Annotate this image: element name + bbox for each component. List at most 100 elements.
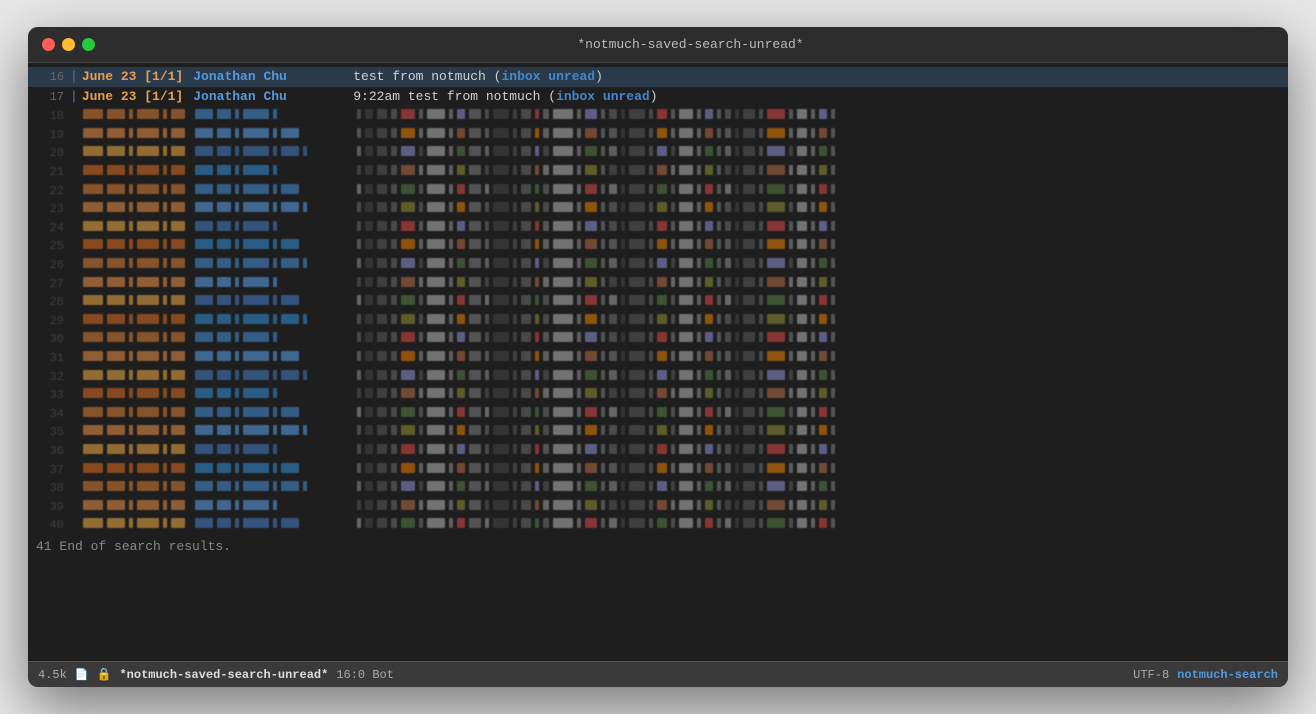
email-row-blurred[interactable]: 28 <box>28 293 1288 312</box>
encoding: UTF-8 <box>1133 668 1169 682</box>
row-number: 37 <box>36 461 64 480</box>
email-row-blurred[interactable]: 36 <box>28 442 1288 461</box>
blurred-subject <box>356 109 1280 119</box>
lock-icon: 🔒 <box>97 667 112 682</box>
blurred-sender <box>194 258 354 268</box>
blurred-date <box>82 202 192 212</box>
minimize-button[interactable] <box>62 38 75 51</box>
blurred-subject <box>356 332 1280 342</box>
blurred-subject <box>356 463 1280 473</box>
statusbar: 4.5k 📄 🔒 *notmuch-saved-search-unread* 1… <box>28 661 1288 687</box>
blurred-date <box>82 165 192 175</box>
blurred-subject <box>356 295 1280 305</box>
blurred-date <box>82 332 192 342</box>
blurred-subject <box>356 388 1280 398</box>
blurred-subject <box>356 128 1280 138</box>
cursor-position: 16:0 Bot <box>336 668 394 682</box>
email-row-blurred[interactable]: 37 <box>28 461 1288 480</box>
row-number: 17 <box>36 88 64 107</box>
email-row-blurred[interactable]: 34 <box>28 405 1288 424</box>
blurred-rows-container: 18 19 20 21 22 23 24 25 26 27 28 29 30 3… <box>28 107 1288 535</box>
blurred-date <box>82 221 192 231</box>
blurred-sender <box>194 518 354 528</box>
blurred-subject <box>356 444 1280 454</box>
blurred-subject <box>356 184 1280 194</box>
email-row-blurred[interactable]: 33 <box>28 386 1288 405</box>
email-row-blurred[interactable]: 38 <box>28 479 1288 498</box>
maximize-button[interactable] <box>82 38 95 51</box>
row-number: 26 <box>36 256 64 275</box>
blurred-date <box>82 277 192 287</box>
email-sender: Jonathan Chu <box>193 67 353 87</box>
blurred-date <box>82 463 192 473</box>
email-row-blurred[interactable]: 29 <box>28 312 1288 331</box>
email-row-blurred[interactable]: 32 <box>28 368 1288 387</box>
email-row-blurred[interactable]: 19 <box>28 126 1288 145</box>
row-number: 39 <box>36 498 64 517</box>
blurred-date <box>82 425 192 435</box>
row-bar: | <box>70 87 78 107</box>
email-row-blurred[interactable]: 20 <box>28 144 1288 163</box>
blurred-date <box>82 500 192 510</box>
blurred-subject <box>356 481 1280 491</box>
blurred-sender <box>194 202 354 212</box>
row-number: 36 <box>36 442 64 461</box>
blurred-date <box>82 444 192 454</box>
row-number: 34 <box>36 405 64 424</box>
blurred-sender <box>194 165 354 175</box>
email-subject: 9:22am test from notmuch (inbox unread) <box>353 87 657 107</box>
row-bar: | <box>70 67 78 87</box>
tag-unread: unread <box>603 89 650 104</box>
blurred-date <box>82 184 192 194</box>
titlebar: *notmuch-saved-search-unread* <box>28 27 1288 63</box>
email-row-blurred[interactable]: 35 <box>28 423 1288 442</box>
blurred-subject <box>356 500 1280 510</box>
row-number: 40 <box>36 516 64 535</box>
blurred-sender <box>194 407 354 417</box>
blurred-date <box>82 518 192 528</box>
email-row-17[interactable]: 17 | June 23 [1/1] Jonathan Chu 9:22am t… <box>28 87 1288 107</box>
blurred-sender <box>194 388 354 398</box>
close-button[interactable] <box>42 38 55 51</box>
blurred-subject <box>356 351 1280 361</box>
email-row-blurred[interactable]: 27 <box>28 275 1288 294</box>
email-row-blurred[interactable]: 22 <box>28 182 1288 201</box>
blurred-sender <box>194 314 354 324</box>
blurred-date <box>82 388 192 398</box>
email-row-blurred[interactable]: 25 <box>28 237 1288 256</box>
blurred-subject <box>356 165 1280 175</box>
email-row-blurred[interactable]: 18 <box>28 107 1288 126</box>
email-date: June 23 [1/1] <box>82 67 183 87</box>
email-row-blurred[interactable]: 39 <box>28 498 1288 517</box>
email-row-blurred[interactable]: 21 <box>28 163 1288 182</box>
blurred-date <box>82 109 192 119</box>
row-number: 31 <box>36 349 64 368</box>
blurred-sender <box>194 277 354 287</box>
traffic-lights <box>42 38 95 51</box>
email-row-16[interactable]: 16 | June 23 [1/1] Jonathan Chu test fro… <box>28 67 1288 87</box>
email-row-blurred[interactable]: 24 <box>28 219 1288 238</box>
row-number: 25 <box>36 237 64 256</box>
blurred-sender <box>194 463 354 473</box>
email-row-blurred[interactable]: 31 <box>28 349 1288 368</box>
email-row-blurred[interactable]: 26 <box>28 256 1288 275</box>
tag-unread: unread <box>548 69 595 84</box>
email-sender: Jonathan Chu <box>193 87 353 107</box>
blurred-sender <box>194 370 354 380</box>
email-row-blurred[interactable]: 30 <box>28 330 1288 349</box>
blurred-date <box>82 351 192 361</box>
blurred-date <box>82 407 192 417</box>
mode-indicator: notmuch-search <box>1177 668 1278 682</box>
window-title: *notmuch-saved-search-unread* <box>107 37 1274 52</box>
email-row-blurred[interactable]: 40 <box>28 516 1288 535</box>
end-of-results: 41 End of search results. <box>28 535 1288 556</box>
buffer-filename: *notmuch-saved-search-unread* <box>119 668 328 682</box>
email-row-blurred[interactable]: 23 <box>28 200 1288 219</box>
blurred-date <box>82 239 192 249</box>
tag-inbox: inbox <box>556 89 595 104</box>
row-number: 29 <box>36 312 64 331</box>
row-number: 21 <box>36 163 64 182</box>
row-number: 18 <box>36 107 64 126</box>
row-number: 33 <box>36 386 64 405</box>
blurred-subject <box>356 370 1280 380</box>
